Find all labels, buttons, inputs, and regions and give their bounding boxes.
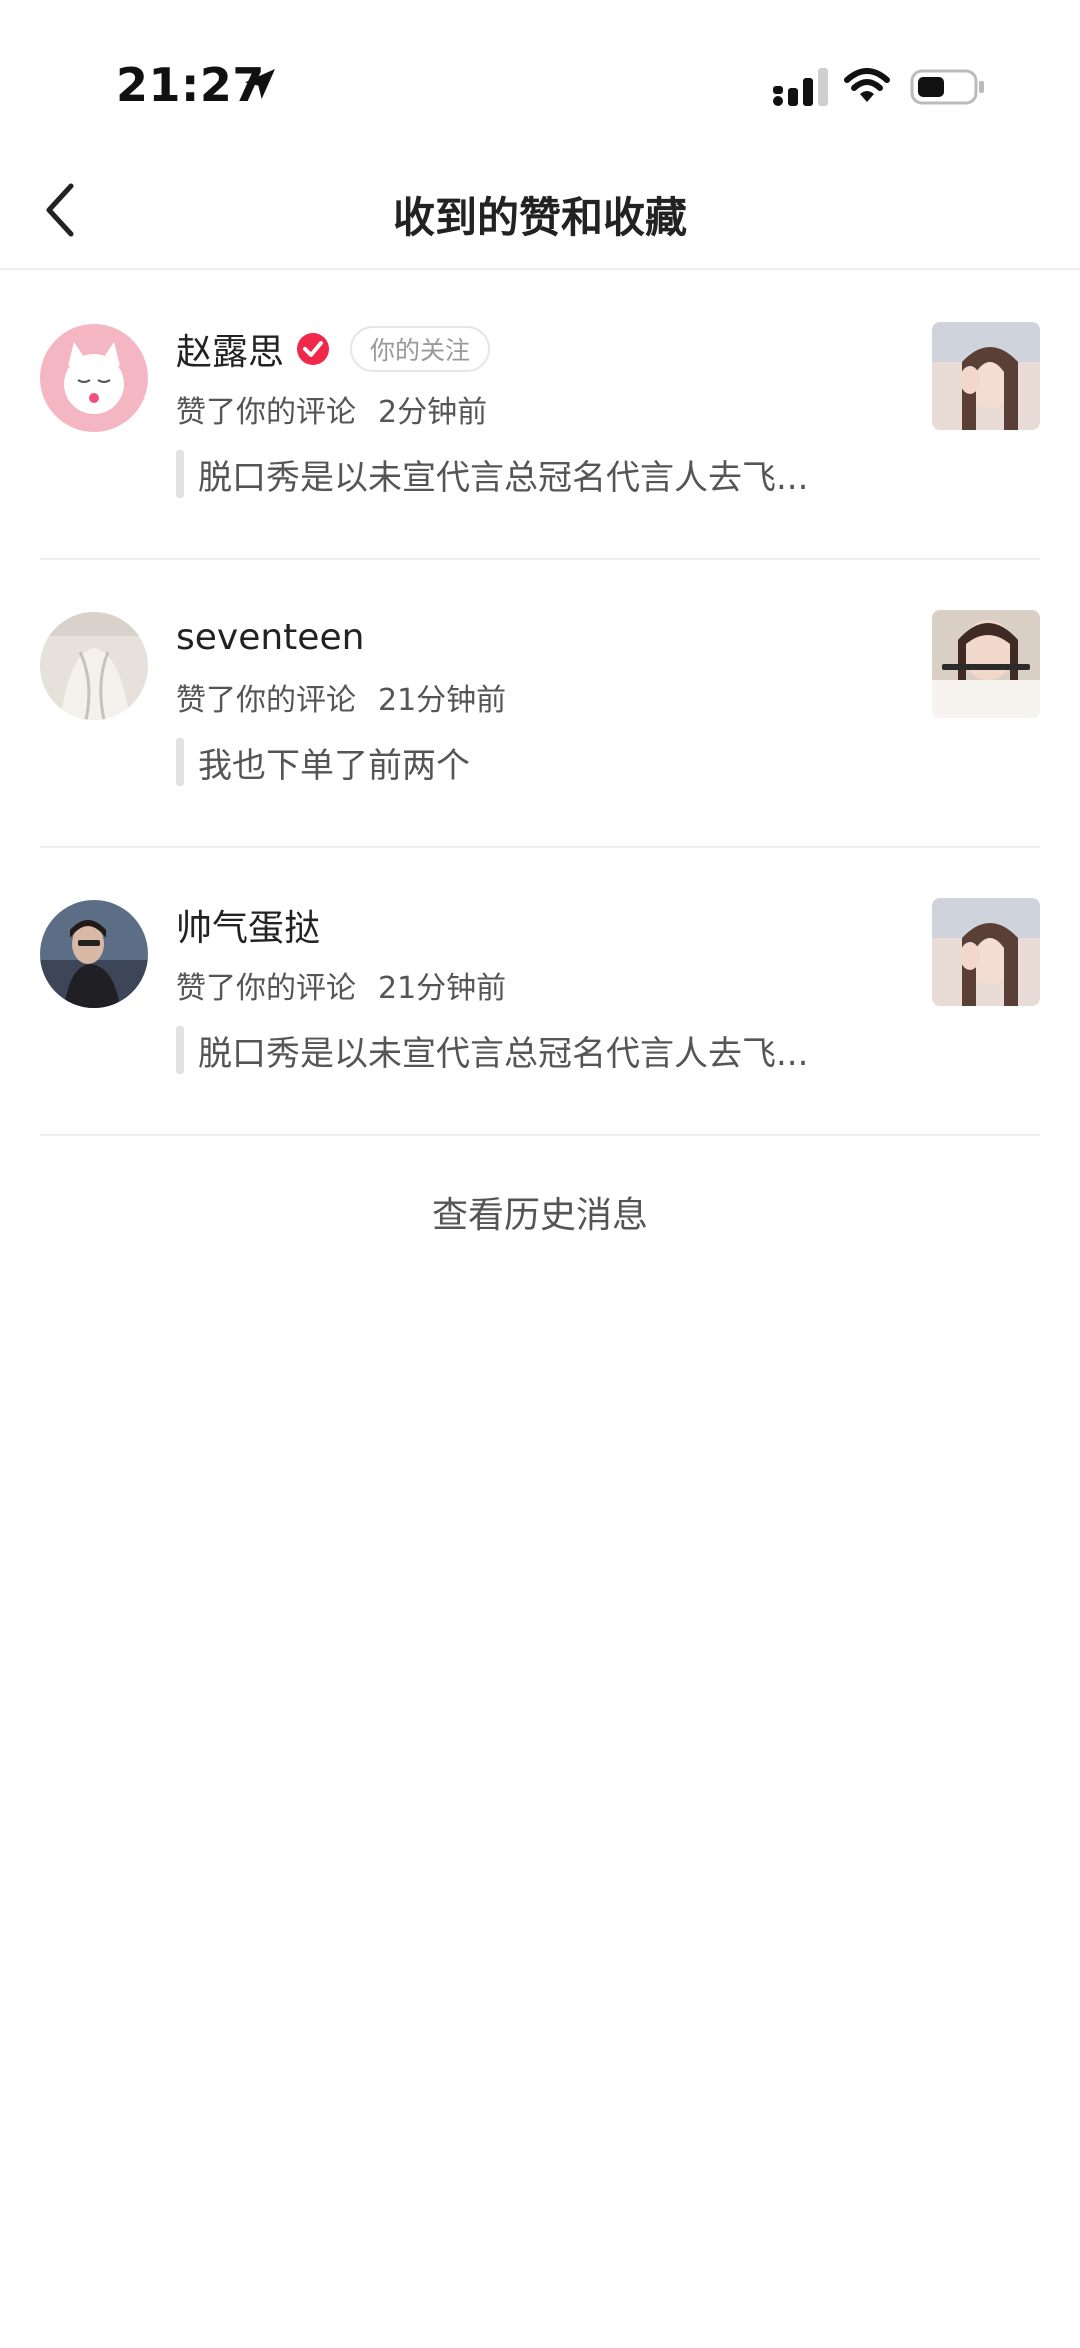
location-arrow-icon bbox=[245, 69, 275, 99]
user-row: 帅气蛋挞 bbox=[176, 900, 320, 950]
view-history-link[interactable]: 查看历史消息 bbox=[0, 1186, 1080, 1238]
cellular-signal-icon bbox=[773, 68, 828, 106]
quote-bar bbox=[176, 738, 184, 786]
avatar[interactable] bbox=[40, 900, 148, 1008]
username[interactable]: 帅气蛋挞 bbox=[176, 899, 320, 951]
username[interactable]: 赵露思 bbox=[176, 323, 284, 375]
notification-item[interactable]: 帅气蛋挞 赞了你的评论 21分钟前 脱口秀是以未宣代言总冠名代言人去飞... bbox=[40, 848, 1040, 1136]
nav-bar: 收到的赞和收藏 bbox=[0, 150, 1080, 270]
timestamp: 2分钟前 bbox=[378, 395, 488, 430]
quote-bar bbox=[176, 1026, 184, 1074]
user-row: seventeen bbox=[176, 612, 364, 662]
notification-item[interactable]: 赵露思 你的关注 赞了你的评论 2分钟前 脱口秀是以未宣代言总冠名代言人去飞... bbox=[40, 272, 1040, 560]
quote-text: 脱口秀是以未宣代言总冠名代言人去飞... bbox=[198, 1033, 809, 1074]
action-text: 赞了你的评论 bbox=[176, 971, 356, 1006]
comment-quote[interactable]: 脱口秀是以未宣代言总冠名代言人去飞... bbox=[176, 448, 808, 500]
quote-text: 脱口秀是以未宣代言总冠名代言人去飞... bbox=[198, 457, 809, 498]
thumbnail-image bbox=[932, 322, 1040, 430]
battery-icon bbox=[910, 69, 984, 105]
avatar[interactable] bbox=[40, 612, 148, 720]
post-thumbnail[interactable] bbox=[932, 898, 1040, 1006]
action-row: 赞了你的评论 2分钟前 bbox=[176, 387, 487, 431]
action-row: 赞了你的评论 21分钟前 bbox=[176, 963, 506, 1007]
notification-list: 赵露思 你的关注 赞了你的评论 2分钟前 脱口秀是以未宣代言总冠名代言人去飞... bbox=[0, 272, 1080, 1136]
quote-bar bbox=[176, 450, 184, 498]
post-thumbnail[interactable] bbox=[932, 322, 1040, 430]
follow-tag: 你的关注 bbox=[350, 326, 491, 372]
timestamp: 21分钟前 bbox=[378, 971, 507, 1006]
user-row: 赵露思 你的关注 bbox=[176, 323, 491, 375]
timestamp: 21分钟前 bbox=[378, 683, 507, 718]
username[interactable]: seventeen bbox=[176, 617, 364, 658]
avatar-image bbox=[40, 612, 148, 720]
notification-item[interactable]: seventeen 赞了你的评论 21分钟前 我也下单了前两个 bbox=[40, 560, 1040, 848]
thumbnail-image bbox=[932, 610, 1040, 718]
comment-quote[interactable]: 脱口秀是以未宣代言总冠名代言人去飞... bbox=[176, 1024, 808, 1076]
avatar-image bbox=[40, 900, 148, 1008]
status-bar: 21:27 bbox=[0, 0, 1080, 150]
post-thumbnail[interactable] bbox=[932, 610, 1040, 718]
action-text: 赞了你的评论 bbox=[176, 683, 356, 718]
avatar-image bbox=[40, 324, 148, 432]
thumbnail-image bbox=[932, 898, 1040, 1006]
page-title: 收到的赞和收藏 bbox=[392, 193, 687, 242]
wifi-icon bbox=[844, 68, 890, 102]
avatar[interactable] bbox=[40, 324, 148, 432]
action-text: 赞了你的评论 bbox=[176, 395, 356, 430]
verified-badge-icon bbox=[297, 333, 330, 365]
quote-text: 我也下单了前两个 bbox=[198, 745, 470, 786]
action-row: 赞了你的评论 21分钟前 bbox=[176, 675, 506, 719]
comment-quote[interactable]: 我也下单了前两个 bbox=[176, 736, 470, 788]
